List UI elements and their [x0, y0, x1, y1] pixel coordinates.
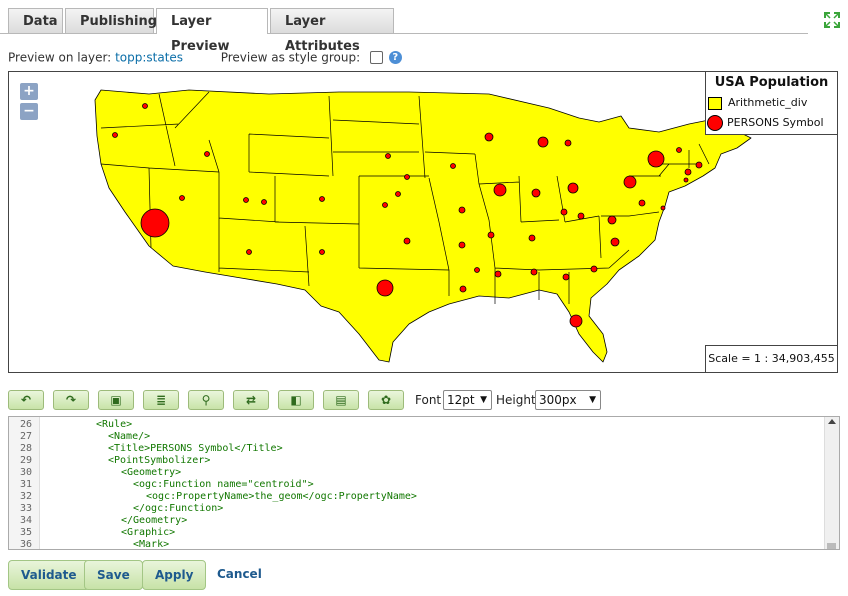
replace-icon: ⇄: [245, 393, 257, 407]
scrollbar-thumb[interactable]: [827, 543, 836, 549]
tab-publishing[interactable]: Publishing: [65, 8, 157, 33]
legend-title: USA Population: [714, 75, 829, 90]
font-label: Font: [415, 393, 442, 407]
line-number: 26: [19, 419, 32, 430]
legend-item-arithmetic: Arithmetic_div: [708, 96, 807, 110]
cancel-link[interactable]: Cancel: [217, 560, 262, 588]
save-button[interactable]: Save: [84, 560, 143, 590]
code-line: <Rule>: [96, 419, 133, 430]
preview-options: Preview on layer: topp:states Preview as…: [8, 50, 402, 65]
tab-layer-attributes[interactable]: Layer Attributes: [270, 8, 394, 54]
yellow-square-icon: [708, 96, 722, 110]
font-size-select[interactable]: 12pt ▼: [443, 390, 492, 410]
code-line: <Name/>: [108, 431, 151, 442]
insert-image-button[interactable]: ▣: [98, 390, 134, 410]
line-number: 32: [19, 491, 32, 502]
line-number: 36: [19, 539, 32, 550]
map-scale: Scale = 1 : 34,903,455: [705, 345, 837, 372]
find-button[interactable]: ⚲: [188, 390, 224, 410]
image-button[interactable]: ▤: [323, 390, 359, 410]
style-group-label: Preview as style group:: [220, 50, 361, 65]
red-circle-icon: [707, 115, 723, 131]
palette-icon: ✿: [380, 393, 392, 407]
indent-icon: ≣: [155, 393, 167, 407]
expand-icon[interactable]: [824, 12, 840, 28]
editor-scrollbar[interactable]: [824, 417, 839, 549]
chevron-down-icon: ▼: [589, 395, 596, 405]
binoculars-icon: ⚲: [201, 393, 211, 407]
apply-button[interactable]: Apply: [142, 560, 207, 590]
line-number: 29: [19, 455, 32, 466]
redo-icon: ↷: [65, 393, 77, 407]
line-number: 33: [19, 503, 32, 514]
undo-button[interactable]: ↶: [8, 390, 44, 410]
color-picker-button[interactable]: ◧: [278, 390, 314, 410]
indent-button[interactable]: ≣: [143, 390, 179, 410]
sld-code-editor[interactable]: 26 27 28 29 30 31 32 33 34 35 36 <Rule> …: [8, 416, 840, 550]
map-legend: USA Population Arithmetic_div PERSONS Sy…: [705, 72, 837, 135]
preview-layer-link[interactable]: topp:states: [115, 51, 183, 65]
code-line: <Geometry>: [121, 467, 182, 478]
palette-button[interactable]: ✿: [368, 390, 404, 410]
insert-image-icon: ▣: [110, 393, 122, 407]
color-picker-icon: ◧: [290, 393, 302, 407]
validate-button[interactable]: Validate: [8, 560, 90, 590]
code-line: <Title>PERSONS Symbol</Title>: [108, 443, 283, 454]
height-select[interactable]: 300px ▼: [535, 390, 601, 410]
scroll-up-arrow-icon[interactable]: [828, 419, 836, 424]
code-line: </ogc:Function>: [133, 503, 224, 514]
preview-layer-label: Preview on layer:: [8, 50, 112, 65]
code-line: <ogc:PropertyName>the_geom</ogc:Property…: [146, 491, 417, 502]
line-number: 31: [19, 479, 32, 490]
height-label: Height: [496, 393, 536, 407]
zoom-in-button[interactable]: +: [20, 83, 38, 100]
undo-icon: ↶: [20, 393, 32, 407]
chevron-down-icon: ▼: [480, 395, 487, 405]
code-line: <Mark>: [133, 539, 170, 550]
tab-layer-preview[interactable]: Layer Preview: [156, 8, 268, 54]
line-number: 27: [19, 431, 32, 442]
line-number: 30: [19, 467, 32, 478]
code-line: <Graphic>: [121, 527, 176, 538]
picture-icon: ▤: [335, 393, 347, 407]
line-number: 28: [19, 443, 32, 454]
legend-item-persons: PERSONS Symbol: [707, 115, 824, 131]
tab-data[interactable]: Data: [8, 8, 63, 33]
style-group-checkbox[interactable]: [369, 51, 383, 64]
tab-bar: Data Publishing Layer Preview Layer Attr…: [0, 0, 848, 54]
code-line: <ogc:Function name="centroid">: [133, 479, 314, 490]
line-number: 35: [19, 527, 32, 538]
code-line: <PointSymbolizer>: [108, 455, 211, 466]
replace-button[interactable]: ⇄: [233, 390, 269, 410]
redo-button[interactable]: ↷: [53, 390, 89, 410]
help-icon[interactable]: ?: [388, 51, 402, 64]
line-number: 34: [19, 515, 32, 526]
zoom-out-button[interactable]: −: [20, 103, 38, 120]
map-preview[interactable]: + − USA Population Arithmetic_div PERSON…: [8, 71, 838, 373]
code-line: </Geometry>: [121, 515, 188, 526]
